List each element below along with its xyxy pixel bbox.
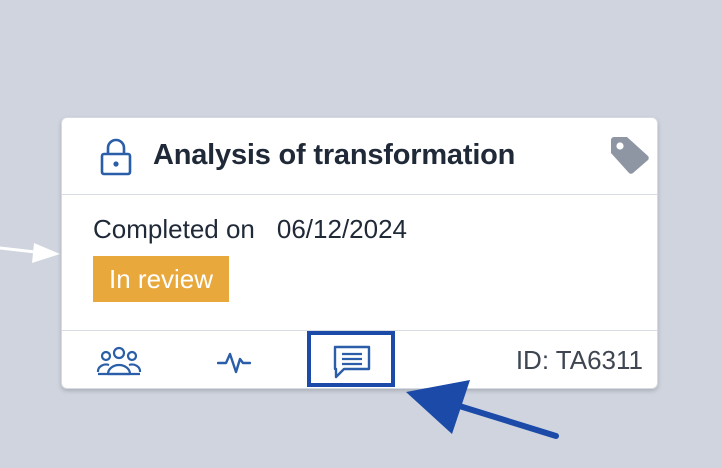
people-icon[interactable] — [96, 346, 142, 378]
card-header: Analysis of transformation — [62, 118, 657, 195]
completed-row: Completed on 06/12/2024 — [93, 214, 407, 245]
completed-date: 06/12/2024 — [276, 214, 408, 244]
card-id: ID: TA6311 — [515, 345, 643, 375]
canvas: Analysis of transformation Completed on 0… — [0, 0, 722, 468]
completed-label: Completed on — [93, 214, 255, 244]
connector-arrow — [0, 243, 60, 263]
pointer-arrow — [406, 380, 559, 439]
status-badge: In review — [93, 256, 230, 302]
card-body: Completed on 06/12/2024 In review — [62, 195, 657, 330]
card-title: Analysis of transformation — [153, 139, 516, 171]
comment-highlight-box — [307, 331, 395, 387]
card-footer: ID: TA6311 — [62, 330, 657, 390]
activity-icon[interactable] — [217, 347, 251, 377]
tag-icon[interactable] — [607, 134, 651, 176]
task-card[interactable]: Analysis of transformation Completed on 0… — [61, 117, 658, 389]
lock-icon — [100, 138, 132, 176]
